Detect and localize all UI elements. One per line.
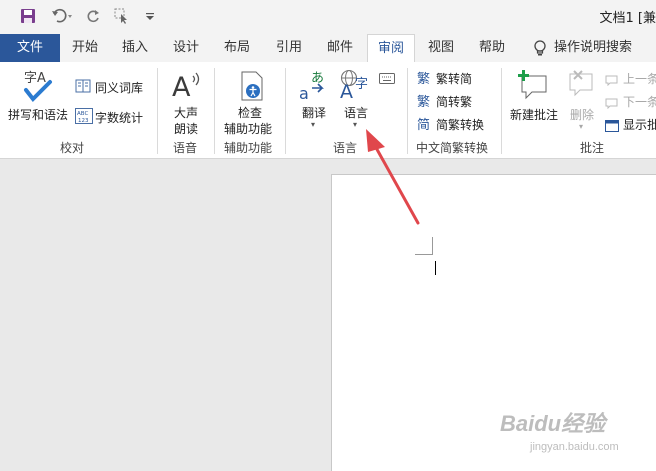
watermark-url: jingyan.baidu.com [530, 441, 619, 453]
watermark-brand: Baidu经验 [500, 411, 606, 436]
annotation-arrow [366, 129, 420, 225]
